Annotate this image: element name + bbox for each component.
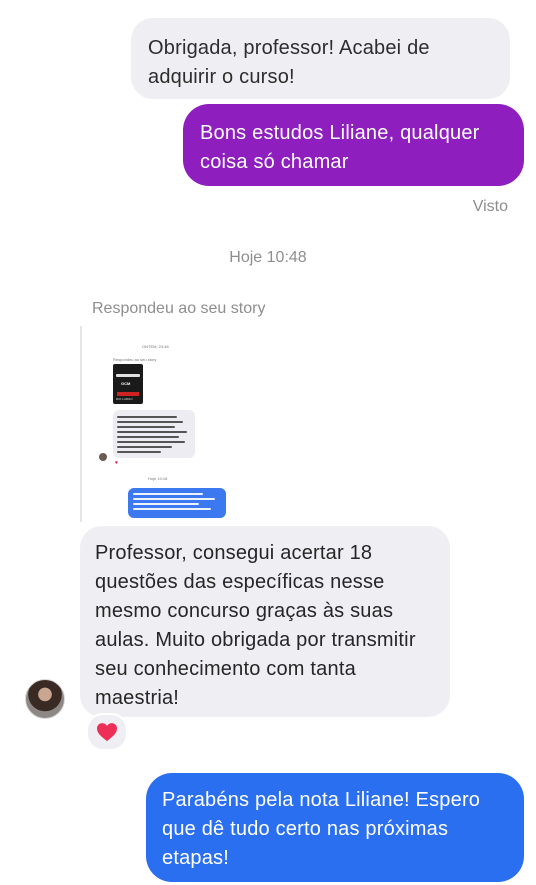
seen-status: Visto	[472, 198, 508, 215]
thumb-text: GCM	[121, 381, 131, 386]
story-reply-label-mini: Respondeu ao seu story	[113, 357, 157, 362]
story-preview[interactable]: ONTEM, 23:46 Respondeu ao seu story GCM …	[80, 326, 230, 522]
message-text: Parabéns pela nota Liliane! Espero que d…	[162, 789, 481, 869]
story-time-top: ONTEM, 23:46	[142, 344, 169, 349]
timestamp: Hoje 10:48	[229, 249, 307, 266]
story-thumbnail: GCM RIO LARGO	[113, 364, 143, 404]
reaction-badge[interactable]	[86, 713, 128, 751]
heart-icon	[97, 723, 117, 742]
story-time: Hoje 10:18	[148, 476, 168, 481]
message-text: Obrigada, professor! Acabei de adquirir …	[148, 37, 430, 88]
message-text: Professor, consegui acertar 18 questões …	[95, 542, 416, 709]
story-outgoing-message	[128, 488, 226, 518]
avatar[interactable]	[25, 679, 65, 719]
message-text: Bons estudos Liliane, qualquer coisa só …	[200, 122, 480, 173]
story-reply-label: Respondeu ao seu story	[92, 300, 266, 317]
incoming-message[interactable]: Professor, consegui acertar 18 questões …	[80, 526, 450, 717]
incoming-message[interactable]: Obrigada, professor! Acabei de adquirir …	[131, 18, 510, 99]
story-mini-avatar	[99, 453, 107, 461]
story-incoming-message	[113, 410, 195, 458]
outgoing-message[interactable]: Parabéns pela nota Liliane! Espero que d…	[146, 773, 524, 882]
story-mini-heart-icon: ♥	[115, 460, 118, 466]
thumb-subtext: RIO LARGO	[116, 397, 133, 401]
outgoing-message[interactable]: Bons estudos Liliane, qualquer coisa só …	[183, 104, 524, 186]
